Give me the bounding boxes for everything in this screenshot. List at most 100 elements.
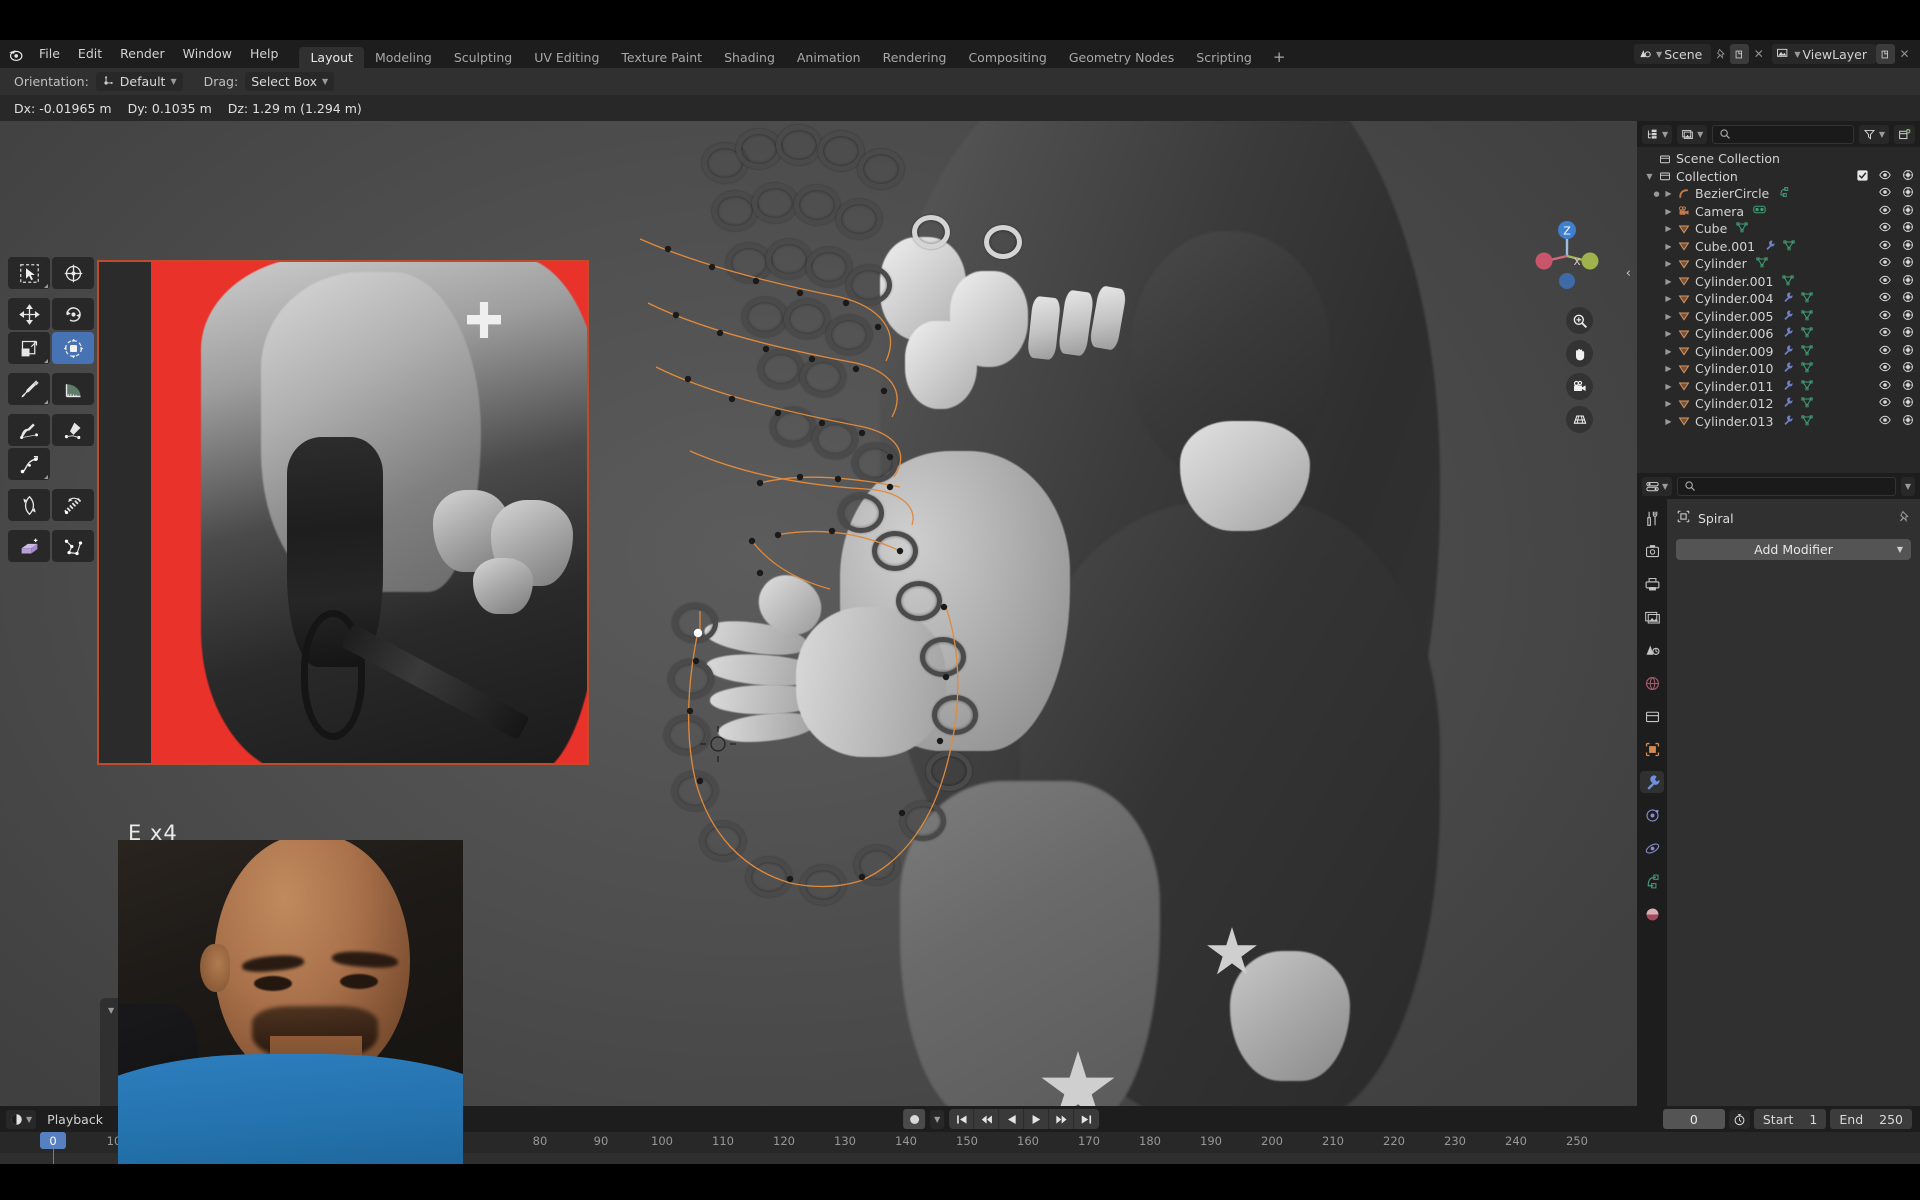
camera-render-icon[interactable] [1902, 239, 1914, 254]
previous-keyframe-button[interactable] [974, 1109, 1000, 1129]
orientation-dropdown[interactable]: Default ▼ [95, 72, 183, 91]
expand-triangle-icon[interactable]: ▶ [1662, 207, 1675, 216]
menu-edit[interactable]: Edit [69, 40, 111, 68]
reference-image-panel[interactable] [97, 260, 589, 765]
tab-material[interactable] [1640, 903, 1664, 925]
tilt-tool-button[interactable] [8, 489, 50, 521]
wrench-modifier-icon[interactable] [1782, 414, 1794, 429]
properties-editor-icon[interactable]: ▼ [1642, 476, 1673, 496]
mesh-data-icon[interactable] [1801, 379, 1814, 394]
tab-modifiers[interactable] [1640, 771, 1664, 793]
play-reverse-button[interactable] [999, 1109, 1025, 1129]
outliner-row-cylinder-005[interactable]: ▶ Cylinder.005 [1637, 308, 1920, 326]
wrench-modifier-icon[interactable] [1782, 361, 1794, 376]
mesh-data-icon[interactable] [1801, 309, 1814, 324]
wrench-modifier-icon[interactable] [1782, 326, 1794, 341]
playhead[interactable]: 0 [40, 1132, 66, 1149]
jump-to-end-button[interactable] [1074, 1109, 1099, 1129]
start-frame-field[interactable]: Start 1 [1753, 1109, 1827, 1129]
properties-editor[interactable]: ▼ ▼ Spiral Add Modifier ▼ [1637, 473, 1920, 1106]
current-frame-field[interactable]: 0 [1662, 1109, 1725, 1129]
expand-triangle-icon[interactable]: ▶ [1662, 364, 1675, 373]
outliner-search-input[interactable] [1736, 127, 1847, 141]
eye-icon[interactable] [1879, 204, 1891, 219]
mesh-data-icon[interactable] [1801, 414, 1814, 429]
mesh-data-icon[interactable] [1782, 274, 1795, 289]
camera-data-icon[interactable] [1753, 203, 1766, 219]
expand-triangle-icon[interactable]: ▶ [1662, 189, 1675, 198]
tab-compositing[interactable]: Compositing [957, 47, 1057, 68]
unlink-scene-icon[interactable]: ✕ [1749, 44, 1768, 64]
camera-render-icon[interactable] [1902, 414, 1914, 429]
outliner-row-cylinder-009[interactable]: ▶ Cylinder.009 [1637, 343, 1920, 361]
tab-particles[interactable] [1640, 804, 1664, 826]
camera-view-button[interactable] [1566, 373, 1593, 400]
tab-output[interactable] [1640, 573, 1664, 595]
tab-collection[interactable] [1640, 705, 1664, 727]
toggle-perspective-button[interactable] [1566, 406, 1593, 433]
tab-scene[interactable] [1640, 639, 1664, 661]
camera-render-icon[interactable] [1902, 221, 1914, 236]
outliner-row-beziercircle[interactable]: ● ▶ BezierCircle [1637, 185, 1920, 203]
wrench-modifier-icon[interactable] [1782, 379, 1794, 394]
outliner-row-cylinder-004[interactable]: ▶ Cylinder.004 [1637, 290, 1920, 308]
play-button[interactable] [1024, 1109, 1050, 1129]
timeline-menu-playback[interactable]: Playback [42, 1112, 108, 1127]
outliner-search-box[interactable] [1712, 124, 1854, 144]
chevron-left-icon[interactable]: ‹ [1626, 266, 1631, 281]
tab-scripting[interactable]: Scripting [1185, 47, 1263, 68]
eye-icon[interactable] [1879, 274, 1891, 289]
tab-modeling[interactable]: Modeling [364, 47, 443, 68]
tab-texture-paint[interactable]: Texture Paint [610, 47, 713, 68]
scene-selector[interactable]: ▼ Scene [1634, 44, 1712, 64]
blender-logo-icon[interactable] [0, 40, 30, 68]
expand-triangle-icon[interactable]: ▶ [1662, 329, 1675, 338]
outliner-row-cube[interactable]: ▶ Cube [1637, 220, 1920, 238]
curve-path-tool-button[interactable] [52, 530, 94, 562]
tab-shading[interactable]: Shading [713, 47, 786, 68]
expand-triangle-icon[interactable]: ▶ [1662, 224, 1675, 233]
outliner-row-cylinder-011[interactable]: ▶ Cylinder.011 [1637, 378, 1920, 396]
outliner-display-mode-icon[interactable]: ▼ [1642, 124, 1673, 144]
stopwatch-icon[interactable] [1728, 1109, 1750, 1129]
camera-render-icon[interactable] [1902, 379, 1914, 394]
collection-checkbox[interactable] [1857, 169, 1868, 184]
mesh-data-icon[interactable] [1783, 239, 1795, 254]
tab-physics[interactable] [1640, 837, 1664, 859]
tweak-tool-button[interactable] [8, 257, 50, 289]
scale-tool-button[interactable] [8, 332, 50, 364]
move-tool-button[interactable] [8, 298, 50, 330]
expand-triangle-icon[interactable]: ▼ [1643, 172, 1656, 181]
menu-window[interactable]: Window [174, 40, 241, 68]
expand-triangle-icon[interactable]: ▶ [1662, 312, 1675, 321]
tab-rendering[interactable]: Rendering [872, 47, 958, 68]
cursor-tool-button[interactable] [52, 257, 94, 289]
outliner-row-cylinder-010[interactable]: ▶ Cylinder.010 [1637, 360, 1920, 378]
mesh-data-icon[interactable] [1801, 396, 1814, 411]
next-keyframe-button[interactable] [1049, 1109, 1075, 1129]
new-scene-icon[interactable] [1730, 44, 1750, 64]
jump-to-start-button[interactable] [949, 1109, 975, 1129]
eye-icon[interactable] [1879, 169, 1891, 184]
expand-triangle-icon[interactable]: ▶ [1662, 417, 1675, 426]
timeline-editor-icon[interactable]: ▼ [6, 1109, 37, 1129]
annotate-tool-button[interactable] [8, 373, 50, 405]
record-options-caret[interactable]: ▼ [930, 1109, 945, 1129]
pin-icon[interactable] [1898, 510, 1911, 526]
properties-search-box[interactable] [1677, 476, 1896, 496]
tab-layout[interactable]: Layout [299, 47, 364, 68]
menu-file[interactable]: File [30, 40, 69, 68]
expand-triangle-icon[interactable]: ▶ [1662, 242, 1675, 251]
eye-icon[interactable] [1879, 256, 1891, 271]
outliner-row-cylinder[interactable]: ▶ Cylinder [1637, 255, 1920, 273]
expand-triangle-icon[interactable]: ▶ [1662, 347, 1675, 356]
camera-render-icon[interactable] [1902, 256, 1914, 271]
wrench-modifier-icon[interactable] [1764, 239, 1776, 254]
outliner-editor[interactable]: ▼ ▼ ▼ Scene Collection ▼ Collection ● ▶ … [1637, 121, 1920, 473]
eye-icon[interactable] [1879, 361, 1891, 376]
pan-view-button[interactable] [1566, 340, 1593, 367]
menu-render[interactable]: Render [111, 40, 174, 68]
eye-icon[interactable] [1879, 291, 1891, 306]
add-modifier-button[interactable]: Add Modifier ▼ [1676, 539, 1911, 560]
outliner-row-cylinder-012[interactable]: ▶ Cylinder.012 [1637, 395, 1920, 413]
